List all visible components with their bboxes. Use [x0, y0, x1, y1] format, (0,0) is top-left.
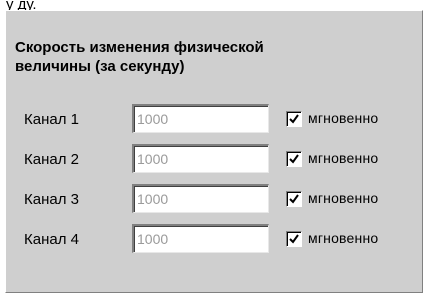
channel-row-3: Канал 3 мгновенно: [0, 184, 423, 214]
channel-row-4: Канал 4 мгновенно: [0, 224, 423, 254]
channel-3-rate-input[interactable]: [132, 184, 269, 213]
checkmark-icon: [289, 194, 299, 204]
channel-3-instant-checkbox[interactable]: [286, 191, 302, 207]
channel-1-instant-checkbox[interactable]: [286, 111, 302, 127]
checkmark-icon: [289, 114, 299, 124]
channel-2-rate-input[interactable]: [132, 144, 269, 173]
instant-checkbox-label[interactable]: мгновенно: [308, 150, 378, 166]
channel-label: Канал 2: [24, 151, 79, 168]
channel-4-instant-checkbox[interactable]: [286, 231, 302, 247]
checkmark-icon: [289, 234, 299, 244]
channel-1-rate-input[interactable]: [132, 104, 269, 133]
channel-row-2: Канал 2 мгновенно: [0, 144, 423, 174]
channel-2-instant-checkbox[interactable]: [286, 151, 302, 167]
instant-checkbox-label[interactable]: мгновенно: [308, 230, 378, 246]
panel-title: Скорость изменения физической величины (…: [15, 39, 264, 75]
checkmark-icon: [289, 154, 299, 164]
channel-4-rate-input[interactable]: [132, 224, 269, 253]
channel-label: Канал 1: [24, 111, 79, 128]
channel-label: Канал 3: [24, 191, 79, 208]
channel-label: Канал 4: [24, 231, 79, 248]
instant-checkbox-label[interactable]: мгновенно: [308, 110, 378, 126]
channel-row-1: Канал 1 мгновенно: [0, 104, 423, 134]
instant-checkbox-label[interactable]: мгновенно: [308, 190, 378, 206]
